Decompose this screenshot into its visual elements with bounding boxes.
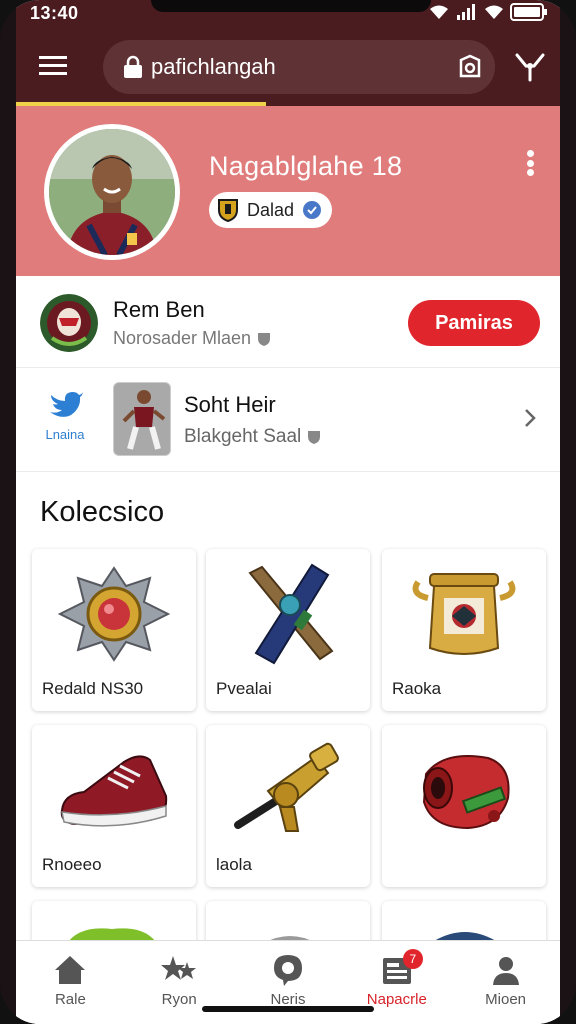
player-row[interactable]: Lnaina Soht Heir Blakgeht Saal bbox=[16, 368, 560, 472]
extensions-button[interactable] bbox=[512, 50, 548, 84]
menu-button[interactable] bbox=[36, 50, 70, 82]
club-crest-icon bbox=[218, 199, 238, 222]
dot-icon bbox=[526, 150, 534, 157]
avatar[interactable] bbox=[44, 124, 180, 260]
profile-header: Nagablglahe 18 Dalad bbox=[16, 106, 560, 276]
golden-cannon-icon bbox=[218, 735, 358, 845]
crossed-bats-icon bbox=[218, 559, 358, 669]
nav-profile[interactable]: Mioen bbox=[451, 941, 560, 1024]
dot-icon bbox=[526, 169, 534, 176]
top-area: 13:40 pafichlangah bbox=[16, 0, 560, 106]
more-options-button[interactable] bbox=[520, 146, 540, 180]
collection-card[interactable]: laola bbox=[206, 725, 370, 887]
browser-bar: pafichlangah bbox=[16, 36, 560, 100]
club-row[interactable]: Rem Ben Norosader Mlaen Pamiras bbox=[16, 276, 560, 368]
news-icon: 7 bbox=[342, 949, 451, 987]
profile-badge[interactable]: Dalad bbox=[209, 192, 333, 228]
collection-card[interactable] bbox=[382, 725, 546, 887]
collection-title: Kolecsico bbox=[40, 496, 165, 528]
brand-block: Lnaina bbox=[38, 390, 92, 450]
dot-icon bbox=[526, 159, 534, 167]
phone-frame: 13:40 pafichlangah Nagablglahe 18 Dalad … bbox=[0, 0, 576, 1024]
sneaker-icon bbox=[44, 735, 184, 845]
twitter-bird-icon bbox=[50, 392, 83, 417]
card-label: Rnoeeo bbox=[42, 855, 102, 874]
navy-item-icon bbox=[434, 932, 496, 941]
home-indicator[interactable] bbox=[202, 1006, 374, 1012]
wifi-icon bbox=[430, 5, 448, 19]
nav-label: Mioen bbox=[485, 991, 527, 1008]
badge-label: Dalad bbox=[247, 199, 295, 220]
shield-medal-icon bbox=[44, 559, 184, 669]
follow-button[interactable]: Pamiras bbox=[408, 300, 540, 346]
card-label: laola bbox=[216, 855, 252, 874]
collection-card[interactable]: Rnoeeo bbox=[32, 725, 196, 887]
chat-bubble-icon bbox=[234, 953, 343, 987]
tab-switch-button[interactable] bbox=[455, 52, 485, 82]
player-row-subtitle-text: Blakgeht Saal bbox=[184, 426, 302, 447]
player-row-subtitle: Blakgeht Saal bbox=[184, 426, 321, 448]
club-row-title: Rem Ben bbox=[113, 297, 205, 322]
shield-check-icon bbox=[308, 431, 321, 444]
profile-name: Nagablglahe 18 bbox=[209, 151, 403, 181]
notification-badge: 7 bbox=[402, 949, 423, 969]
wifi-icon-2 bbox=[485, 5, 503, 19]
address-bar[interactable]: pafichlangah bbox=[103, 40, 495, 94]
player-thumbnail bbox=[113, 382, 171, 456]
status-bar: 13:40 bbox=[16, 0, 560, 26]
collection-card[interactable]: Raoka bbox=[382, 549, 546, 711]
brand-label: Lnaina bbox=[45, 427, 85, 442]
menu-icon bbox=[39, 56, 67, 75]
nav-label: Rale bbox=[54, 991, 86, 1008]
club-logo-icon bbox=[40, 294, 98, 352]
club-row-subtitle-text: Norosader Mlaen bbox=[113, 328, 252, 348]
nav-home[interactable]: Rale bbox=[16, 941, 125, 1024]
collection-card[interactable]: Pvealai bbox=[206, 549, 370, 711]
avatar-photo bbox=[49, 129, 175, 255]
status-time: 13:40 bbox=[30, 3, 79, 23]
tab-icon bbox=[459, 54, 481, 78]
card-label: Raoka bbox=[392, 679, 442, 698]
stars-icon bbox=[125, 953, 234, 987]
trophy-pot-icon bbox=[394, 559, 534, 669]
verified-icon bbox=[303, 201, 322, 219]
player-row-title: Soht Heir bbox=[184, 392, 276, 417]
card-label: Redald NS30 bbox=[42, 679, 144, 698]
person-icon bbox=[451, 953, 560, 987]
lock-icon bbox=[124, 55, 142, 78]
camera-notch bbox=[151, 0, 431, 12]
signal-icon bbox=[457, 4, 475, 20]
collection-card[interactable]: Redald NS30 bbox=[32, 549, 196, 711]
url-text: pafichlangah bbox=[151, 54, 276, 79]
screen: 13:40 pafichlangah Nagablglahe 18 Dalad … bbox=[16, 0, 560, 1024]
extension-icon bbox=[515, 53, 545, 82]
red-drum-icon bbox=[394, 735, 534, 845]
card-label: Pvealai bbox=[216, 679, 272, 698]
shield-check-icon bbox=[258, 332, 271, 346]
chevron-right-icon[interactable] bbox=[522, 406, 538, 430]
club-row-subtitle: Norosader Mlaen bbox=[113, 328, 271, 349]
status-icons bbox=[428, 3, 548, 21]
battery-icon bbox=[510, 3, 547, 21]
home-icon bbox=[16, 953, 125, 987]
